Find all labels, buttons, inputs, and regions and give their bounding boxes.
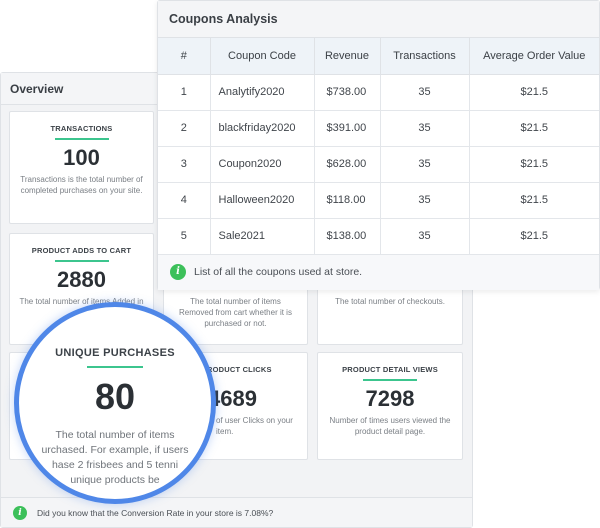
card-accent-line [54, 138, 109, 140]
column-header-index[interactable]: # [158, 38, 211, 75]
card-title: PRODUCT ADDS TO CART [31, 246, 132, 255]
info-icon: i [13, 505, 27, 520]
table-row: 5 Sale2021 $138.00 35 $21.5 [158, 218, 599, 255]
column-header-revenue[interactable]: Revenue [314, 38, 381, 75]
cell-coupon-code: Coupon2020 [210, 146, 315, 183]
coupons-title: Coupons Analysis [158, 1, 599, 38]
card-description: Transactions is the total number of comp… [20, 175, 143, 195]
cell-average-order-value: $21.5 [469, 110, 599, 147]
table-header-row: # Coupon Code Revenue Transactions Avera… [158, 38, 599, 75]
cell-index: 3 [158, 146, 211, 183]
cell-transactions: 35 [380, 110, 470, 147]
cell-index: 5 [158, 218, 211, 255]
card-value: 7298 [365, 386, 415, 411]
overview-footer: i Did you know that the Conversion Rate … [1, 497, 472, 527]
coupons-footer-note: List of all the coupons used at store. [194, 266, 363, 278]
cell-coupon-code: Sale2021 [210, 218, 315, 255]
coupons-analysis-panel: Coupons Analysis # Coupon Code Revenue T… [157, 0, 600, 290]
cell-transactions: 35 [380, 146, 470, 183]
card-value: 100 [63, 145, 100, 170]
card-product-detail-views: PRODUCT DETAIL VIEWS 7298 Number of time… [317, 352, 463, 460]
card-accent-line [87, 366, 143, 368]
cell-coupon-code: Analytify2020 [210, 74, 315, 111]
cell-revenue: $738.00 [314, 74, 381, 111]
description-line: The total number of items [55, 429, 175, 441]
cell-transactions: 35 [380, 218, 470, 255]
magnified-card-title: UNIQUE PURCHASES [55, 347, 175, 359]
description-line: hase 2 frisbees and 5 tenni [51, 459, 179, 471]
card-accent-line [54, 260, 109, 262]
cell-average-order-value: $21.5 [469, 146, 599, 183]
table-row: 3 Coupon2020 $628.00 35 $21.5 [158, 146, 599, 183]
column-header-average-order-value[interactable]: Average Order Value [469, 38, 599, 75]
column-header-transactions[interactable]: Transactions [380, 38, 470, 75]
card-value: 2880 [57, 267, 106, 292]
coupons-footer: i List of all the coupons used at store. [158, 254, 599, 290]
card-description: Number of times users viewed the product… [329, 416, 451, 436]
table-row: 1 Analytify2020 $738.00 35 $21.5 [158, 74, 599, 111]
card-title: TRANSACTIONS [50, 124, 113, 133]
table-row: 4 Halloween2020 $118.00 35 $21.5 [158, 182, 599, 219]
cell-index: 1 [158, 74, 211, 111]
cell-index: 2 [158, 110, 211, 147]
cell-average-order-value: $21.5 [469, 74, 599, 111]
card-title: PRODUCT DETAIL VIEWS [342, 365, 438, 374]
info-icon: i [170, 264, 186, 280]
cell-revenue: $118.00 [314, 182, 381, 219]
cell-transactions: 35 [380, 182, 470, 219]
magnified-card-value: 80 [94, 376, 136, 417]
cell-revenue: $391.00 [314, 110, 381, 147]
card-accent-line [363, 379, 417, 381]
description-line: urchased. For example, if users [41, 444, 189, 456]
magnifier-unique-purchases: UNIQUE PURCHASES 80 The total number of … [14, 302, 216, 504]
cell-revenue: $628.00 [314, 146, 381, 183]
card-transactions: TRANSACTIONS 100 Transactions is the tot… [9, 111, 154, 224]
coupons-table: # Coupon Code Revenue Transactions Avera… [158, 38, 599, 255]
conversion-rate-note: Did you know that the Conversion Rate in… [37, 507, 274, 518]
column-header-coupon-code[interactable]: Coupon Code [210, 38, 315, 75]
cell-coupon-code: Halloween2020 [210, 182, 315, 219]
cell-average-order-value: $21.5 [469, 182, 599, 219]
table-row: 2 blackfriday2020 $391.00 35 $21.5 [158, 110, 599, 147]
cell-index: 4 [158, 182, 211, 219]
cell-revenue: $138.00 [314, 218, 381, 255]
cell-coupon-code: blackfriday2020 [210, 110, 315, 147]
cell-average-order-value: $21.5 [469, 218, 599, 255]
cell-transactions: 35 [380, 74, 470, 111]
